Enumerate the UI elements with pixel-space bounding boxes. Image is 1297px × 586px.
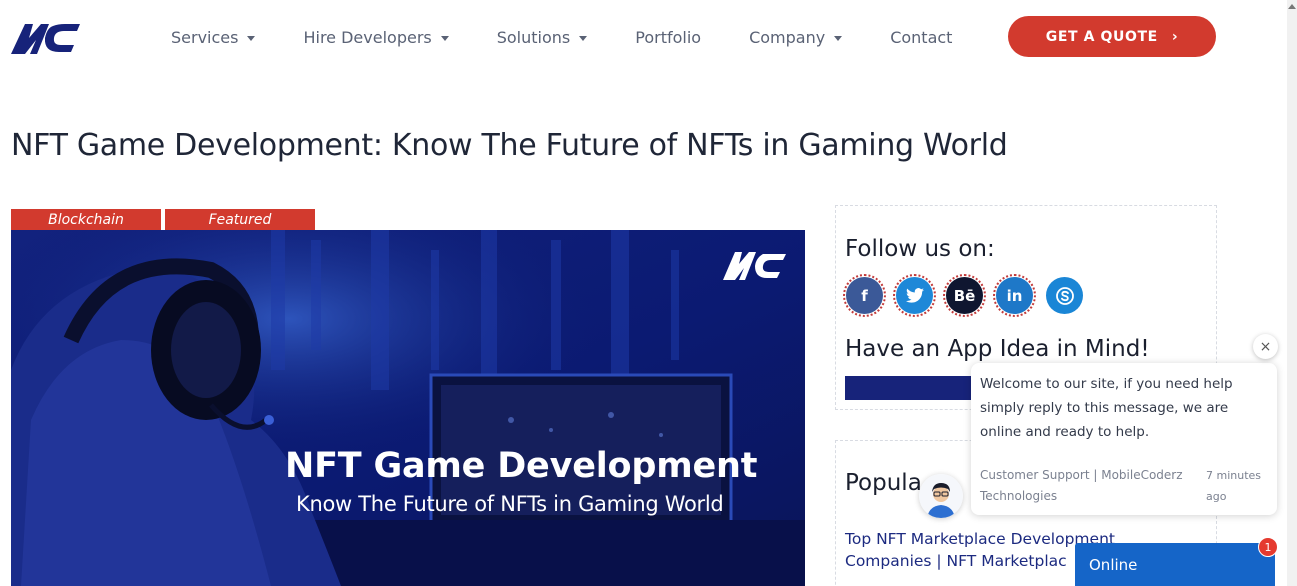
chat-online-button[interactable]: Online bbox=[1075, 543, 1275, 586]
nav-contact[interactable]: Contact bbox=[866, 24, 976, 50]
behance-link[interactable]: Bē bbox=[943, 274, 986, 317]
chat-timestamp: 7 minutes ago bbox=[1206, 469, 1262, 503]
article-title: NFT Game Development: Know The Future of… bbox=[11, 128, 1008, 163]
caret-down-icon bbox=[579, 35, 588, 41]
caret-down-icon bbox=[247, 35, 256, 41]
app-idea-title: Have an App Idea in Mind! bbox=[845, 336, 1150, 362]
nav-hire-developers[interactable]: Hire Developers bbox=[279, 24, 472, 50]
chat-message-text: Welcome to our site, if you need help si… bbox=[980, 376, 1233, 440]
hero-subheadline: Know The Future of NFTs in Gaming World bbox=[296, 492, 724, 516]
nav-label: Contact bbox=[890, 27, 953, 47]
nav-label: Hire Developers bbox=[303, 27, 432, 47]
main-nav: Services Hire Developers Solutions Portf… bbox=[147, 24, 976, 50]
app-idea-banner[interactable] bbox=[845, 376, 971, 400]
agent-avatar bbox=[919, 474, 963, 518]
popular-title: Popula bbox=[845, 470, 922, 496]
unread-badge: 1 bbox=[1258, 537, 1278, 557]
skype-icon bbox=[1046, 277, 1083, 314]
nav-solutions[interactable]: Solutions bbox=[473, 24, 612, 50]
nav-label: Portfolio bbox=[635, 27, 702, 47]
chat-close-button[interactable]: × bbox=[1253, 334, 1278, 359]
linkedin-link[interactable]: in bbox=[993, 274, 1036, 317]
scroll-up-arrow-icon[interactable] bbox=[1288, 4, 1296, 9]
nav-label: Services bbox=[171, 27, 239, 47]
nav-services[interactable]: Services bbox=[147, 24, 279, 50]
tag-blockchain[interactable]: Blockchain bbox=[11, 209, 161, 230]
quote-label: GET A QUOTE bbox=[1045, 28, 1158, 45]
chevron-right-icon: › bbox=[1171, 28, 1179, 45]
gamer-illustration bbox=[11, 230, 805, 586]
top-navbar: Services Hire Developers Solutions Portf… bbox=[0, 0, 1297, 75]
linkedin-icon: in bbox=[996, 277, 1033, 314]
caret-down-icon bbox=[834, 35, 843, 41]
twitter-link[interactable] bbox=[893, 274, 936, 317]
hero-image bbox=[11, 230, 805, 586]
chat-sender: Customer Support | MobileCoderz Technolo… bbox=[980, 468, 1183, 503]
caret-down-icon bbox=[440, 35, 449, 41]
nav-portfolio[interactable]: Portfolio bbox=[611, 24, 725, 50]
nav-label: Company bbox=[749, 27, 826, 47]
tag-featured[interactable]: Featured bbox=[165, 209, 315, 230]
follow-title: Follow us on: bbox=[845, 236, 995, 262]
facebook-link[interactable]: f bbox=[843, 274, 886, 317]
facebook-icon: f bbox=[846, 277, 883, 314]
skype-link[interactable] bbox=[1043, 274, 1086, 317]
company-logo[interactable] bbox=[9, 18, 81, 56]
get-a-quote-button[interactable]: GET A QUOTE › bbox=[1008, 16, 1216, 57]
hero-headline: NFT Game Development bbox=[285, 446, 758, 486]
nav-company[interactable]: Company bbox=[725, 24, 866, 50]
page-scrollbar[interactable] bbox=[1287, 0, 1297, 586]
twitter-icon bbox=[896, 277, 933, 314]
behance-icon: Bē bbox=[946, 277, 983, 314]
nav-label: Solutions bbox=[496, 27, 571, 47]
